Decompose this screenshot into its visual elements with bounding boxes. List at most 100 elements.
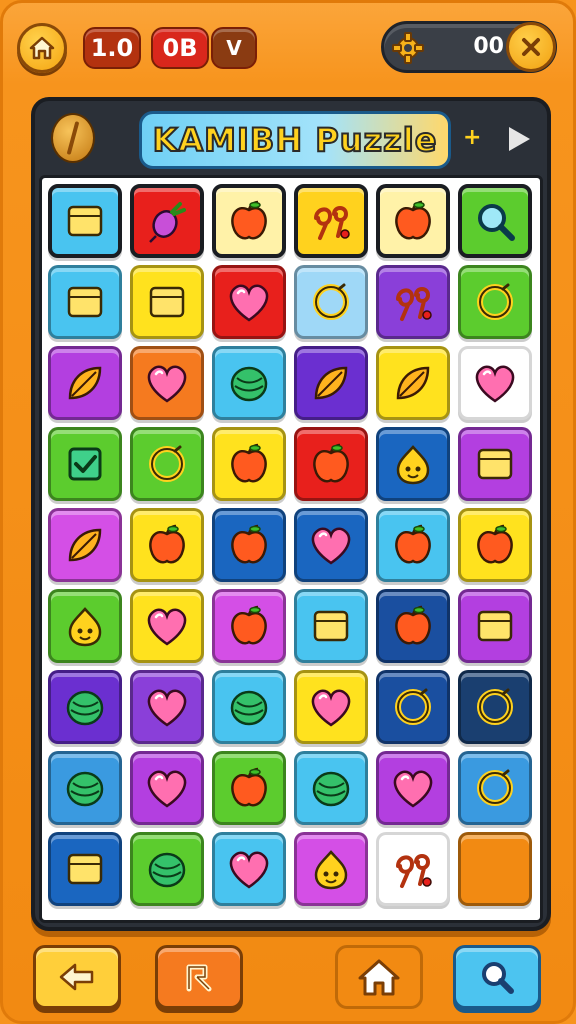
radish-icon <box>142 196 192 246</box>
tile-square[interactable] <box>48 265 122 339</box>
stat-badge-3: V <box>211 27 257 69</box>
tile-apple[interactable] <box>376 184 450 258</box>
tile-glyph[interactable] <box>376 832 450 906</box>
tile-heart[interactable] <box>212 265 286 339</box>
tile-ball[interactable] <box>130 832 204 906</box>
leaf-icon <box>60 358 110 408</box>
apple-icon <box>142 520 192 570</box>
tile-heart[interactable] <box>130 670 204 744</box>
tile-ball[interactable] <box>212 670 286 744</box>
ball-icon <box>306 763 356 813</box>
stat-value-1: 1.0 <box>90 34 134 62</box>
tile-square[interactable] <box>458 427 532 501</box>
tile-apple[interactable] <box>130 508 204 582</box>
tile-radish[interactable] <box>130 184 204 258</box>
tile-ring[interactable] <box>130 427 204 501</box>
tile-ball[interactable] <box>48 670 122 744</box>
heart-icon <box>142 601 192 651</box>
tile-leaf[interactable] <box>48 508 122 582</box>
board-frame: KAMIBH Puzzle + <box>31 97 551 931</box>
tile-face[interactable] <box>294 832 368 906</box>
search-icon <box>482 962 514 994</box>
game-title: KAMIBH Puzzle <box>152 120 438 160</box>
tile-glyph[interactable] <box>294 184 368 258</box>
tile-apple[interactable] <box>458 508 532 582</box>
home-button[interactable] <box>17 23 67 73</box>
shuffle-button[interactable] <box>155 945 243 1009</box>
stat-badge-1: 1.0 <box>83 27 141 69</box>
tile-heart[interactable] <box>458 346 532 420</box>
apple-icon <box>224 601 274 651</box>
home-icon <box>29 36 55 60</box>
tile-leaf[interactable] <box>294 346 368 420</box>
heart-icon <box>224 844 274 894</box>
tile-heart[interactable] <box>376 751 450 825</box>
tile-apple[interactable] <box>212 751 286 825</box>
tile-grid <box>39 175 543 923</box>
tile-apple[interactable] <box>376 589 450 663</box>
apple-icon <box>224 763 274 813</box>
stat-badge-2: 0B <box>151 27 209 69</box>
apple-icon <box>306 439 356 489</box>
top-bar: 1.0 0B V 00 <box>15 17 561 73</box>
tile-square[interactable] <box>48 184 122 258</box>
tile-ball[interactable] <box>294 751 368 825</box>
heart-icon <box>224 277 274 327</box>
tile-ball[interactable] <box>212 346 286 420</box>
tile-square[interactable] <box>130 265 204 339</box>
gear-icon[interactable] <box>388 28 428 68</box>
tile-apple[interactable] <box>376 508 450 582</box>
face-icon <box>388 439 438 489</box>
tile-apple[interactable] <box>212 427 286 501</box>
tile-ring[interactable] <box>376 670 450 744</box>
tile-magnifier[interactable] <box>458 184 532 258</box>
tile-face[interactable] <box>48 589 122 663</box>
tile-empty[interactable] <box>458 832 532 906</box>
ring-icon <box>470 682 520 732</box>
apple-icon <box>388 196 438 246</box>
ball-icon <box>142 844 192 894</box>
tile-leaf[interactable] <box>376 346 450 420</box>
tile-leaf[interactable] <box>48 346 122 420</box>
shuffle-icon <box>186 964 212 992</box>
glyph-icon <box>388 277 438 327</box>
play-button[interactable] <box>503 121 535 157</box>
tile-ring[interactable] <box>458 670 532 744</box>
tile-ring[interactable] <box>294 265 368 339</box>
tile-face[interactable] <box>376 427 450 501</box>
tile-apple[interactable] <box>212 508 286 582</box>
square-icon <box>306 601 356 651</box>
square-icon <box>60 277 110 327</box>
apple-icon <box>224 520 274 570</box>
tile-heart[interactable] <box>212 832 286 906</box>
tile-apple[interactable] <box>212 184 286 258</box>
tile-square[interactable] <box>294 589 368 663</box>
ring-icon <box>388 682 438 732</box>
tile-heart[interactable] <box>130 751 204 825</box>
tile-heart[interactable] <box>130 346 204 420</box>
close-button[interactable] <box>506 22 556 72</box>
tile-glyph[interactable] <box>376 265 450 339</box>
search-button[interactable] <box>453 945 541 1009</box>
back-button[interactable] <box>33 945 121 1009</box>
tile-ring[interactable] <box>458 265 532 339</box>
play-icon <box>509 127 530 151</box>
tile-ring[interactable] <box>458 751 532 825</box>
face-icon <box>306 844 356 894</box>
apple-icon <box>388 520 438 570</box>
tile-square[interactable] <box>458 589 532 663</box>
tile-apple[interactable] <box>212 589 286 663</box>
tile-heart[interactable] <box>294 508 368 582</box>
tile-square[interactable] <box>48 832 122 906</box>
square-icon <box>60 844 110 894</box>
tile-heart[interactable] <box>130 589 204 663</box>
tile-ball[interactable] <box>48 751 122 825</box>
heart-icon <box>388 763 438 813</box>
tile-apple[interactable] <box>294 427 368 501</box>
home-nav-button[interactable] <box>335 945 423 1009</box>
leaf-icon <box>306 358 356 408</box>
tile-check[interactable] <box>48 427 122 501</box>
square-icon <box>142 277 192 327</box>
tile-heart[interactable] <box>294 670 368 744</box>
ring-icon <box>470 763 520 813</box>
